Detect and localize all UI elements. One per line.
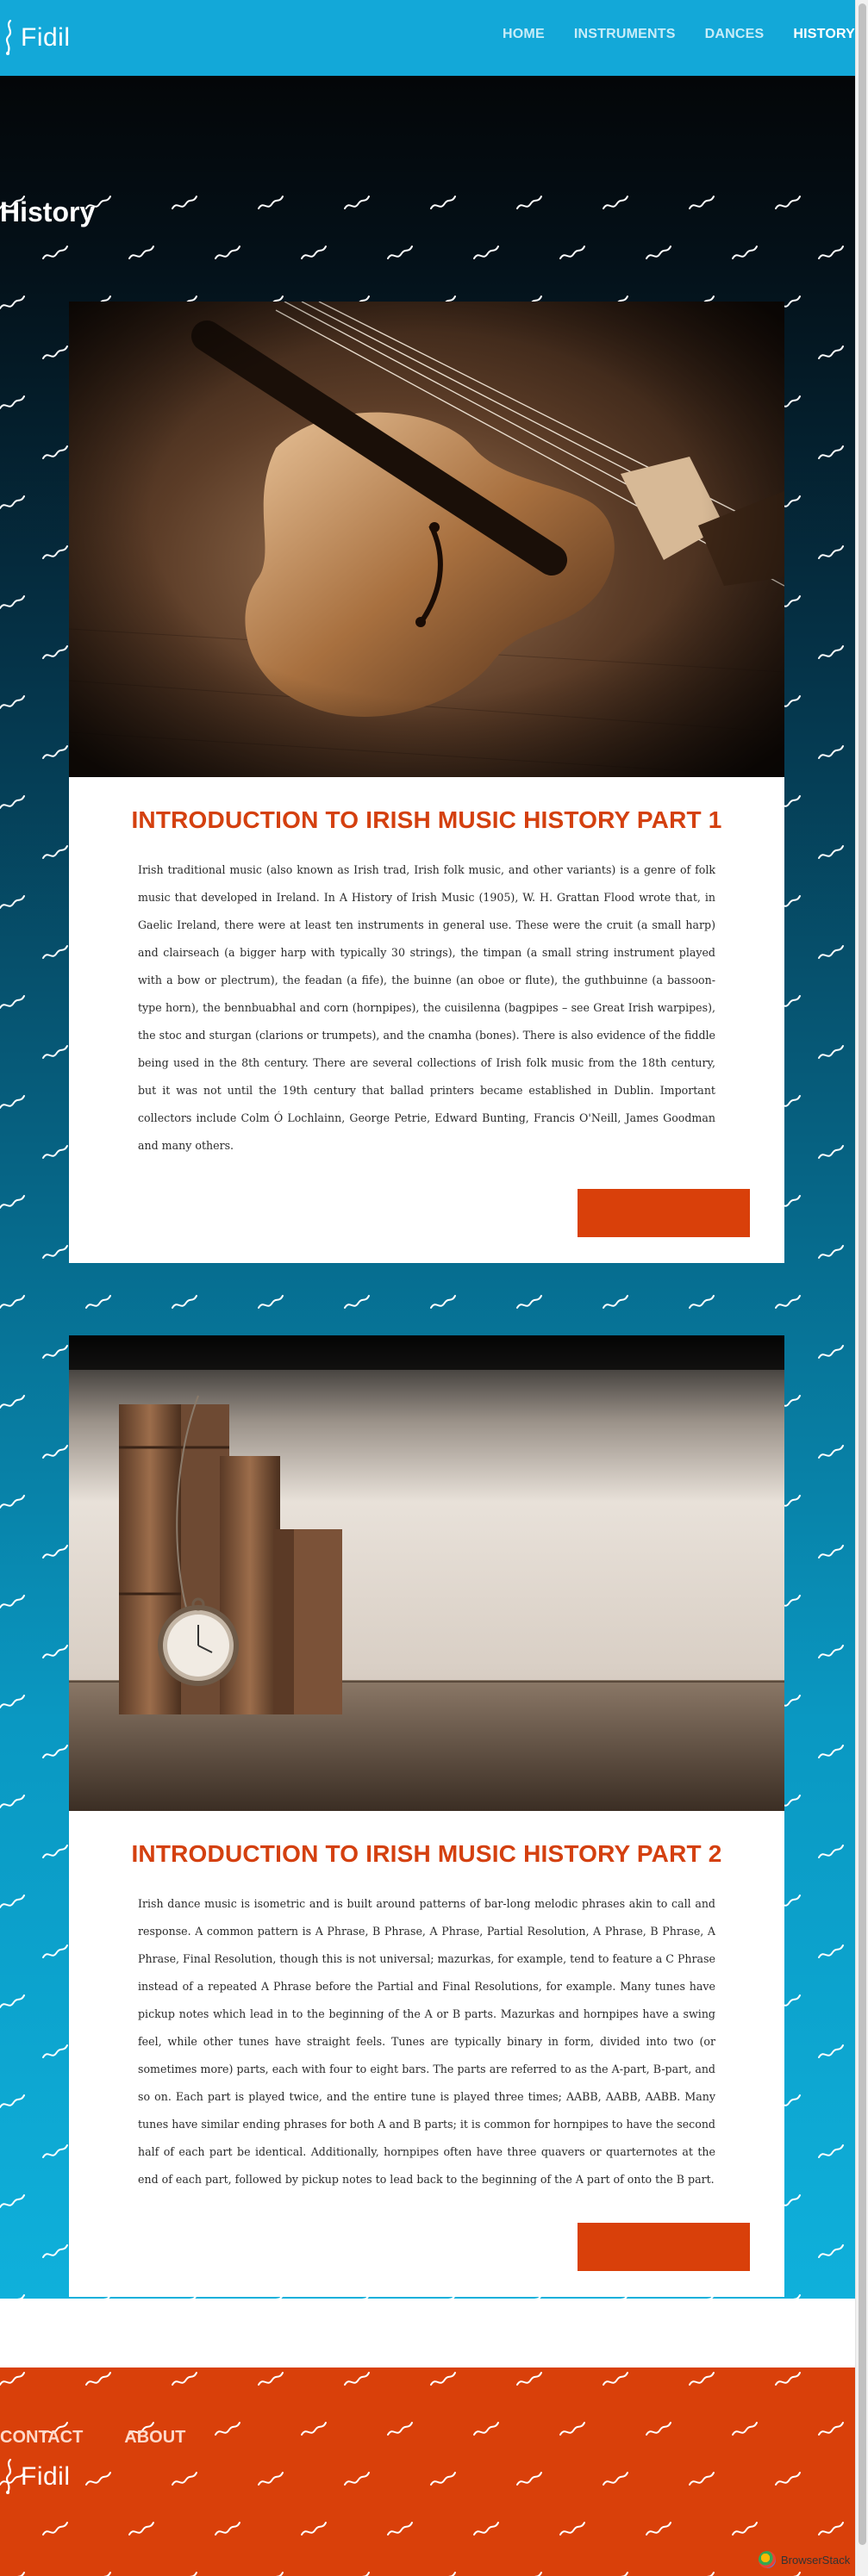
nav-history[interactable]: HISTORY [793,27,855,42]
footer-link-contact[interactable]: CONTACT [0,2428,83,2448]
browserstack-icon [759,2551,776,2568]
squiggle-pattern [0,2372,844,2576]
fiddle-logo-icon [5,2458,12,2494]
browserstack-badge: BrowserStack [759,2548,850,2571]
site-logo[interactable]: Fidil [0,19,71,57]
violin-photo [69,302,784,777]
logo-text: Fidil [21,2462,71,2491]
footer-logo[interactable]: Fidil [0,2457,71,2497]
violin-image [69,302,784,777]
logo-text: Fidil [21,23,71,52]
footer-nav: CONTACT ABOUT [0,2428,185,2448]
read-more-button[interactable] [578,1189,750,1237]
page-title: History [0,196,96,227]
nav-dances[interactable]: DANCES [705,27,765,42]
section-spacer [0,2299,855,2368]
article-text: Irish traditional music (also known as I… [138,863,715,1152]
books-and-pocket-watch-photo [69,1335,784,1811]
scrollbar-thumb[interactable] [859,3,866,2545]
main-nav: HOME INSTRUMENTS DANCES HISTORY [503,27,855,42]
fiddle-logo-icon [5,19,12,55]
article-title: INTRODUCTION TO IRISH MUSIC HISTORY PART… [131,1840,722,1867]
nav-home[interactable]: HOME [503,27,545,42]
books-image [69,1335,784,1811]
site-footer: CONTACT ABOUT Fidil [0,2368,855,2576]
read-more-button[interactable] [578,2223,750,2271]
article-card: INTRODUCTION TO IRISH MUSIC HISTORY PART… [69,1335,784,2297]
site-header: Fidil HOME INSTRUMENTS DANCES HISTORY [0,0,855,76]
vertical-scrollbar[interactable] [855,0,868,2576]
article-title: INTRODUCTION TO IRISH MUSIC HISTORY PART… [131,806,722,833]
browserstack-label: BrowserStack [781,2553,851,2567]
article-card: INTRODUCTION TO IRISH MUSIC HISTORY PART… [69,302,784,1263]
nav-instruments[interactable]: INSTRUMENTS [574,27,676,42]
article-text: Irish dance music is isometric and is bu… [138,1897,715,2186]
footer-link-about[interactable]: ABOUT [124,2428,185,2448]
